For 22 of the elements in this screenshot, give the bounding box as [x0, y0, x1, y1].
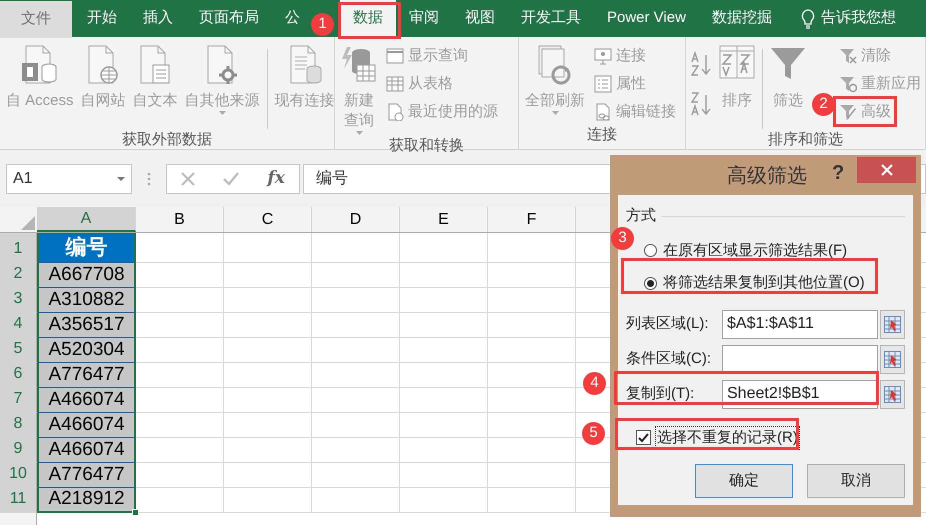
- section-label: 方式: [626, 206, 656, 226]
- table-cell: A776477: [37, 463, 136, 488]
- table-cell: A466074: [37, 438, 136, 463]
- table-cell: A466074: [37, 388, 136, 413]
- field-label: 复制到(T):: [626, 384, 696, 404]
- group-label: 获取和转换: [388, 136, 465, 156]
- table-cell: A667708: [37, 263, 136, 288]
- table-cell: A520304: [37, 338, 136, 363]
- table-cell: A776477: [37, 363, 136, 388]
- field-label: 列表区域(L):: [626, 314, 710, 334]
- table-cell: A218912: [37, 488, 136, 513]
- group-label: 排序和筛选: [767, 130, 844, 150]
- step-badge: 4: [583, 372, 606, 395]
- step-badge: 5: [582, 422, 605, 445]
- group-label: 获取外部数据: [121, 130, 213, 150]
- table-cell: A356517: [37, 313, 136, 338]
- group-label: 连接: [586, 124, 618, 144]
- table-cell: A466074: [37, 413, 136, 438]
- dialog-title: 高级筛选: [727, 164, 807, 189]
- field-label: 条件区域(C):: [626, 348, 712, 369]
- table-cell: A310882: [37, 288, 136, 313]
- table-cell: 编号: [37, 233, 136, 263]
